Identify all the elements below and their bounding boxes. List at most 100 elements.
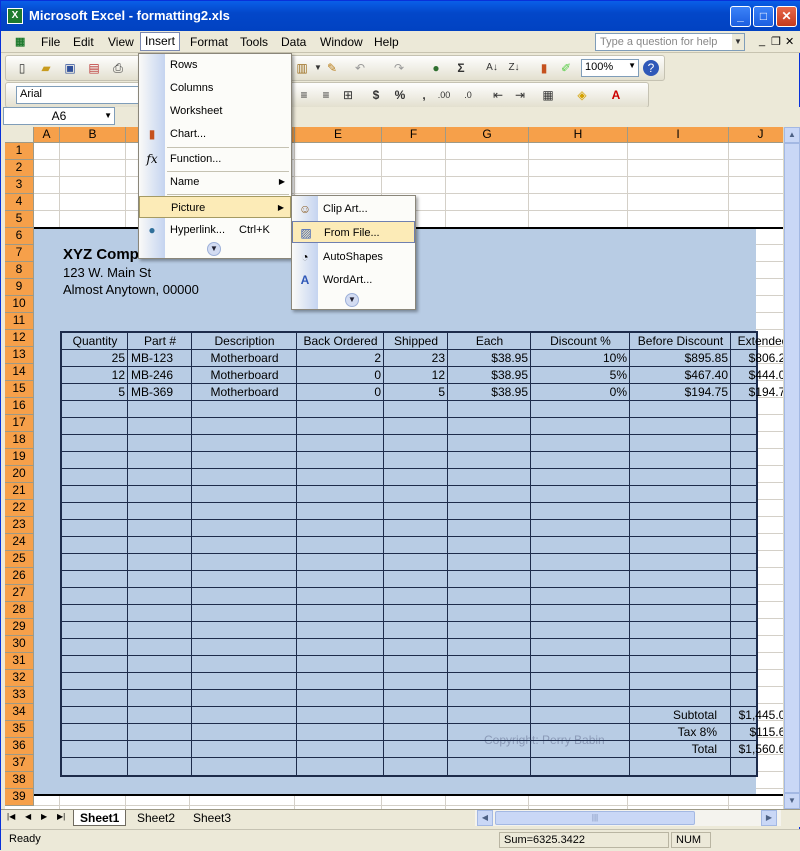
table-header-cell[interactable]: Each (448, 333, 531, 350)
permission-icon[interactable]: ▤ (86, 60, 102, 76)
autosum-icon[interactable]: Σ (453, 60, 469, 76)
table-cell[interactable]: $38.95 (448, 350, 531, 367)
row-header[interactable]: 27 (5, 585, 34, 602)
fill-color-icon[interactable]: ◈ (574, 87, 590, 103)
table-cell[interactable]: $38.95 (448, 367, 531, 384)
menu-format[interactable]: Format (186, 34, 232, 50)
expand-menu-icon[interactable]: ▼ (207, 242, 221, 256)
percent-icon[interactable]: % (392, 87, 408, 103)
paste-icon[interactable]: ▥ (294, 60, 310, 76)
sort-ascending-icon[interactable]: A↓ (484, 60, 500, 76)
menu-edit[interactable]: Edit (69, 34, 98, 50)
menu-view[interactable]: View (104, 34, 138, 50)
menu-item-rows[interactable]: Rows (139, 54, 291, 76)
doc-close-button[interactable]: ✕ (781, 34, 798, 49)
undo-icon[interactable]: ↶ (352, 60, 368, 76)
zoom-select[interactable]: 100% ▼ (581, 59, 639, 77)
expand-submenu-icon[interactable]: ▼ (345, 293, 359, 307)
row-header[interactable]: 15 (5, 381, 34, 398)
table-header-cell[interactable]: Extended (731, 333, 783, 350)
total-value[interactable]: $1,445.05 (731, 707, 783, 724)
increase-decimal-icon[interactable]: .00 (436, 87, 452, 103)
row-header[interactable]: 28 (5, 602, 34, 619)
hyperlink-toolbar-icon[interactable]: ● (428, 60, 444, 76)
help-dropdown-icon[interactable]: ▼ (732, 34, 744, 50)
total-value[interactable]: $1,560.65 (731, 741, 783, 758)
row-header[interactable]: 14 (5, 364, 34, 381)
horizontal-scrollbar[interactable]: ◀ ||| ▶ (475, 810, 781, 826)
help-search-input[interactable]: Type a question for help ▼ (595, 33, 745, 51)
scroll-right-button[interactable]: ▶ (761, 810, 777, 826)
align-center-icon[interactable]: ≡ (296, 87, 312, 103)
open-icon[interactable]: ▰ (38, 60, 54, 76)
column-header[interactable]: E (295, 127, 382, 143)
row-header[interactable]: 19 (5, 449, 34, 466)
table-cell[interactable]: 5 (384, 384, 448, 401)
decrease-decimal-icon[interactable]: .0 (460, 87, 476, 103)
drawing-icon[interactable]: ✐ (558, 60, 574, 76)
workbook-icon[interactable]: ▦ (11, 34, 29, 49)
table-header-cell[interactable]: Discount % (531, 333, 630, 350)
maximize-button[interactable]: □ (753, 6, 774, 27)
menu-item-autoshapes[interactable]: ◔ AutoShapes (292, 246, 415, 268)
horizontal-scroll-thumb[interactable]: ||| (495, 811, 695, 825)
decrease-indent-icon[interactable]: ⇤ (490, 87, 506, 103)
row-header[interactable]: 26 (5, 568, 34, 585)
last-sheet-icon[interactable]: ▶| (57, 812, 65, 821)
row-header[interactable]: 21 (5, 483, 34, 500)
row-header[interactable]: 36 (5, 738, 34, 755)
vertical-scrollbar[interactable]: ▲ ▼ (783, 127, 800, 809)
row-header[interactable]: 2 (5, 160, 34, 177)
column-header[interactable]: G (446, 127, 529, 143)
table-header-cell[interactable]: Part # (128, 333, 192, 350)
name-box-dropdown-icon[interactable]: ▼ (104, 108, 112, 124)
menu-help[interactable]: Help (370, 34, 403, 50)
row-header[interactable]: 16 (5, 398, 34, 415)
excel-app-icon[interactable]: X (7, 8, 23, 24)
menu-item-picture[interactable]: Picture ▶ (139, 196, 291, 218)
scroll-left-button[interactable]: ◀ (477, 810, 493, 826)
menu-window[interactable]: Window (316, 34, 367, 50)
row-header[interactable]: 1 (5, 143, 34, 160)
menu-data[interactable]: Data (277, 34, 310, 50)
column-header[interactable]: H (529, 127, 628, 143)
table-header-cell[interactable]: Back Ordered (297, 333, 384, 350)
column-header[interactable]: I (628, 127, 729, 143)
font-select[interactable]: Arial (16, 86, 144, 104)
row-header[interactable]: 9 (5, 279, 34, 296)
row-header[interactable]: 25 (5, 551, 34, 568)
menu-insert[interactable]: Insert (140, 32, 181, 51)
row-header[interactable]: 5 (5, 211, 34, 228)
vertical-scroll-thumb[interactable] (784, 143, 800, 793)
menu-item-clip-art[interactable]: ☺ Clip Art... (292, 198, 415, 220)
row-header[interactable]: 35 (5, 721, 34, 738)
scroll-down-button[interactable]: ▼ (784, 793, 800, 809)
table-cell[interactable]: MB-369 (128, 384, 192, 401)
menu-item-worksheet[interactable]: Worksheet (139, 100, 291, 122)
borders-icon[interactable]: ▦ (540, 87, 556, 103)
menu-tools[interactable]: Tools (236, 34, 272, 50)
table-cell[interactable]: 10% (531, 350, 630, 367)
table-cell[interactable]: 0% (531, 384, 630, 401)
table-header-cell[interactable]: Quantity (62, 333, 128, 350)
menu-file[interactable]: File (37, 34, 64, 50)
table-cell[interactable]: 5% (531, 367, 630, 384)
row-header[interactable]: 34 (5, 704, 34, 721)
row-header[interactable]: 8 (5, 262, 34, 279)
menu-item-chart[interactable]: ▮ Chart... (139, 123, 291, 145)
row-header[interactable]: 17 (5, 415, 34, 432)
row-header[interactable]: 38 (5, 772, 34, 789)
table-cell[interactable]: MB-123 (128, 350, 192, 367)
menu-item-function[interactable]: fx Function... (139, 148, 291, 170)
table-cell[interactable]: $895.85 (630, 350, 731, 367)
row-header[interactable]: 32 (5, 670, 34, 687)
row-header[interactable]: 13 (5, 347, 34, 364)
select-all-corner[interactable] (5, 127, 34, 143)
row-header[interactable]: 24 (5, 534, 34, 551)
row-header[interactable]: 37 (5, 755, 34, 772)
format-painter-icon[interactable]: ✎ (324, 60, 340, 76)
prev-sheet-icon[interactable]: ◀ (25, 812, 31, 821)
table-cell[interactable]: 0 (297, 384, 384, 401)
table-cell[interactable]: Motherboard (192, 384, 297, 401)
menu-item-name[interactable]: Name ▶ (139, 171, 291, 193)
